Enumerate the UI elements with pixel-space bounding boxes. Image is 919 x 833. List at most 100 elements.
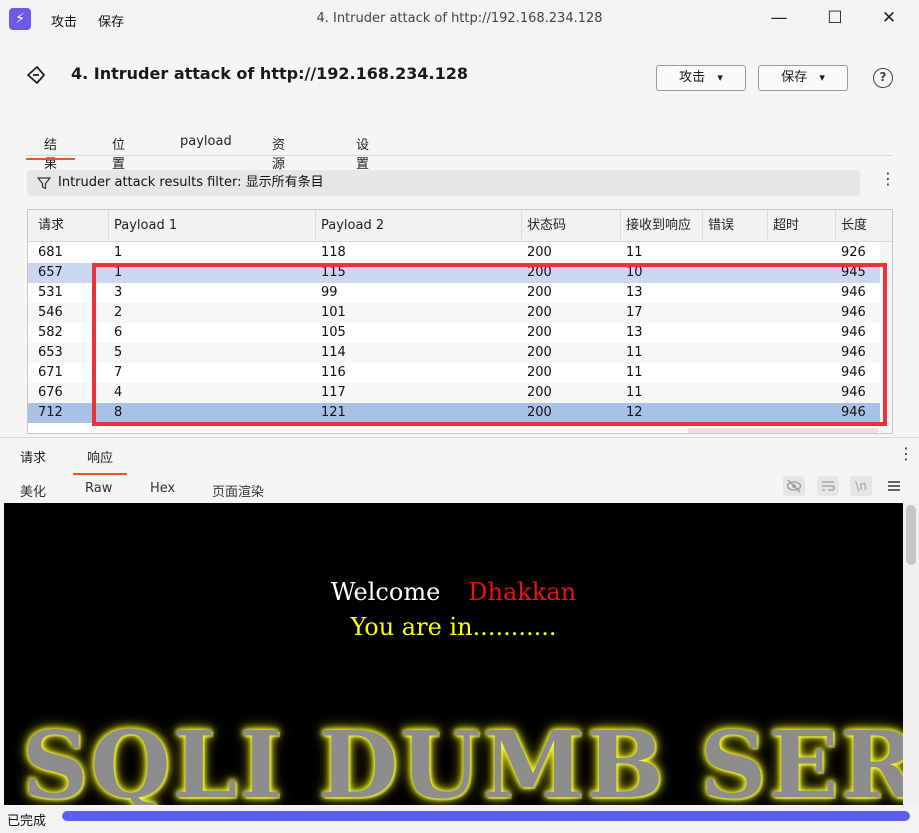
cell-payload2: 99 bbox=[321, 285, 338, 300]
cell-error bbox=[703, 263, 708, 283]
render-scrollbar-thumb[interactable] bbox=[906, 505, 916, 565]
cell-timeout bbox=[768, 403, 773, 423]
back-arrow-icon[interactable] bbox=[25, 64, 47, 86]
cell-error bbox=[703, 383, 708, 403]
progress-fill bbox=[62, 811, 910, 821]
cell-error bbox=[703, 403, 708, 423]
eye-off-icon[interactable] bbox=[783, 476, 805, 496]
save-button[interactable]: 保存 ▾ bbox=[758, 65, 848, 91]
cell-length: 926 bbox=[841, 245, 866, 260]
cell-response-received: 13 bbox=[626, 285, 643, 300]
cell-request: 657 bbox=[38, 265, 63, 280]
attack-button[interactable]: 攻击 ▾ bbox=[656, 65, 746, 91]
cell-payload1: 8 bbox=[114, 405, 123, 420]
cell-timeout bbox=[768, 283, 773, 303]
status-text: 已完成 bbox=[7, 814, 47, 829]
wrap-icon[interactable] bbox=[817, 476, 839, 496]
help-icon[interactable]: ? bbox=[873, 68, 893, 88]
cell-error bbox=[703, 243, 708, 263]
table-row[interactable]: 653 5 114 200 11 946 bbox=[28, 343, 880, 363]
column-header-payload2[interactable]: Payload 2 bbox=[316, 210, 522, 242]
cell-request: 653 bbox=[38, 345, 63, 360]
cell-response-received: 13 bbox=[626, 325, 643, 340]
cell-length: 946 bbox=[841, 405, 866, 420]
tab-request[interactable]: 请求 bbox=[20, 447, 46, 475]
tab-positions[interactable]: 位置 bbox=[112, 134, 125, 172]
cell-status: 200 bbox=[527, 345, 552, 360]
attack-progress-bar bbox=[62, 811, 910, 821]
cell-timeout bbox=[768, 383, 773, 403]
table-row[interactable]: 681 1 118 200 11 926 bbox=[28, 243, 880, 263]
rendered-response-page: Welcome Dhakkan You are in........... SQL… bbox=[4, 503, 903, 805]
cell-status: 200 bbox=[527, 305, 552, 320]
minimize-icon[interactable]: — bbox=[756, 4, 802, 32]
cell-payload1: 3 bbox=[114, 285, 123, 300]
cell-request: 531 bbox=[38, 285, 63, 300]
welcome-text: Welcome bbox=[330, 578, 441, 606]
newline-icon[interactable]: \n bbox=[850, 476, 872, 496]
panel-splitter[interactable] bbox=[0, 437, 919, 438]
cell-status: 200 bbox=[527, 385, 552, 400]
table-scrollbar[interactable] bbox=[880, 242, 892, 433]
more-options-icon[interactable]: ⋮ bbox=[880, 171, 896, 187]
page-title: 4. Intruder attack of http://192.168.234… bbox=[71, 64, 468, 83]
column-header-length[interactable]: 长度 bbox=[836, 210, 880, 242]
cell-response-received: 11 bbox=[626, 365, 643, 380]
more-options-icon[interactable]: ⋮ bbox=[898, 446, 914, 462]
cell-payload2: 114 bbox=[321, 345, 346, 360]
cell-payload1: 1 bbox=[114, 265, 123, 280]
cell-error bbox=[703, 283, 708, 303]
cell-payload1: 5 bbox=[114, 345, 123, 360]
save-button-label: 保存 bbox=[781, 70, 808, 85]
cell-response-received: 10 bbox=[626, 265, 643, 280]
cell-timeout bbox=[768, 363, 773, 383]
close-icon[interactable]: ✕ bbox=[866, 4, 912, 32]
chevron-down-icon: ▾ bbox=[717, 71, 723, 84]
column-header-error[interactable]: 错误 bbox=[703, 210, 768, 242]
tab-settings[interactable]: 设置 bbox=[356, 134, 369, 172]
table-row[interactable]: 657 1 115 200 10 945 bbox=[28, 263, 880, 283]
cell-timeout bbox=[768, 323, 773, 343]
results-filter[interactable]: Intruder attack results filter: 显示所有条目 bbox=[27, 170, 860, 196]
table-row[interactable]: 676 4 117 200 11 946 bbox=[28, 383, 880, 403]
attack-button-label: 攻击 bbox=[679, 70, 706, 85]
table-row[interactable]: 671 7 116 200 11 946 bbox=[28, 363, 880, 383]
cell-timeout bbox=[768, 263, 773, 283]
login-status-text: You are in........... bbox=[350, 613, 557, 641]
cell-error bbox=[703, 363, 708, 383]
cell-payload2: 115 bbox=[321, 265, 346, 280]
cell-request: 582 bbox=[38, 325, 63, 340]
tab-results[interactable]: 结果 bbox=[25, 134, 76, 172]
cell-payload2: 117 bbox=[321, 385, 346, 400]
attack-header: 4. Intruder attack of http://192.168.234… bbox=[0, 38, 919, 118]
column-header-status[interactable]: 状态码 bbox=[522, 210, 621, 242]
column-header-payload1[interactable]: Payload 1 bbox=[109, 210, 316, 242]
chevron-down-icon: ▾ bbox=[819, 71, 825, 84]
cell-response-received: 12 bbox=[626, 405, 643, 420]
cell-timeout bbox=[768, 243, 773, 263]
table-row[interactable]: 531 3 99 200 13 946 bbox=[28, 283, 880, 303]
tab-response[interactable]: 响应 bbox=[72, 447, 128, 475]
table-hscrollbar[interactable] bbox=[688, 428, 878, 433]
filter-icon bbox=[37, 177, 51, 190]
maximize-icon[interactable]: ☐ bbox=[812, 4, 858, 32]
cell-request: 676 bbox=[38, 385, 63, 400]
cell-payload2: 105 bbox=[321, 325, 346, 340]
tab-payloads[interactable]: payload bbox=[180, 134, 232, 160]
cell-length: 946 bbox=[841, 345, 866, 360]
cell-payload2: 121 bbox=[321, 405, 346, 420]
cell-status: 200 bbox=[527, 405, 552, 420]
table-row[interactable]: 546 2 101 200 17 946 bbox=[28, 303, 880, 323]
column-header-request[interactable]: 请求 bbox=[33, 210, 109, 242]
column-header-timeout[interactable]: 超时 bbox=[768, 210, 836, 242]
title-bar: ⚡ 攻击 保存 4. Intruder attack of http://192… bbox=[0, 0, 919, 38]
tab-resource-pool[interactable]: 资源池 bbox=[272, 134, 285, 191]
table-row[interactable]: 582 6 105 200 13 946 bbox=[28, 323, 880, 343]
cell-request: 712 bbox=[38, 405, 63, 420]
table-row[interactable]: 712 8 121 200 12 946 bbox=[28, 403, 880, 423]
cell-length: 945 bbox=[841, 265, 866, 280]
column-header-response-received[interactable]: 接收到响应 bbox=[621, 210, 703, 242]
menu-lines-icon[interactable] bbox=[887, 479, 901, 493]
cell-timeout bbox=[768, 343, 773, 363]
cell-status: 200 bbox=[527, 285, 552, 300]
